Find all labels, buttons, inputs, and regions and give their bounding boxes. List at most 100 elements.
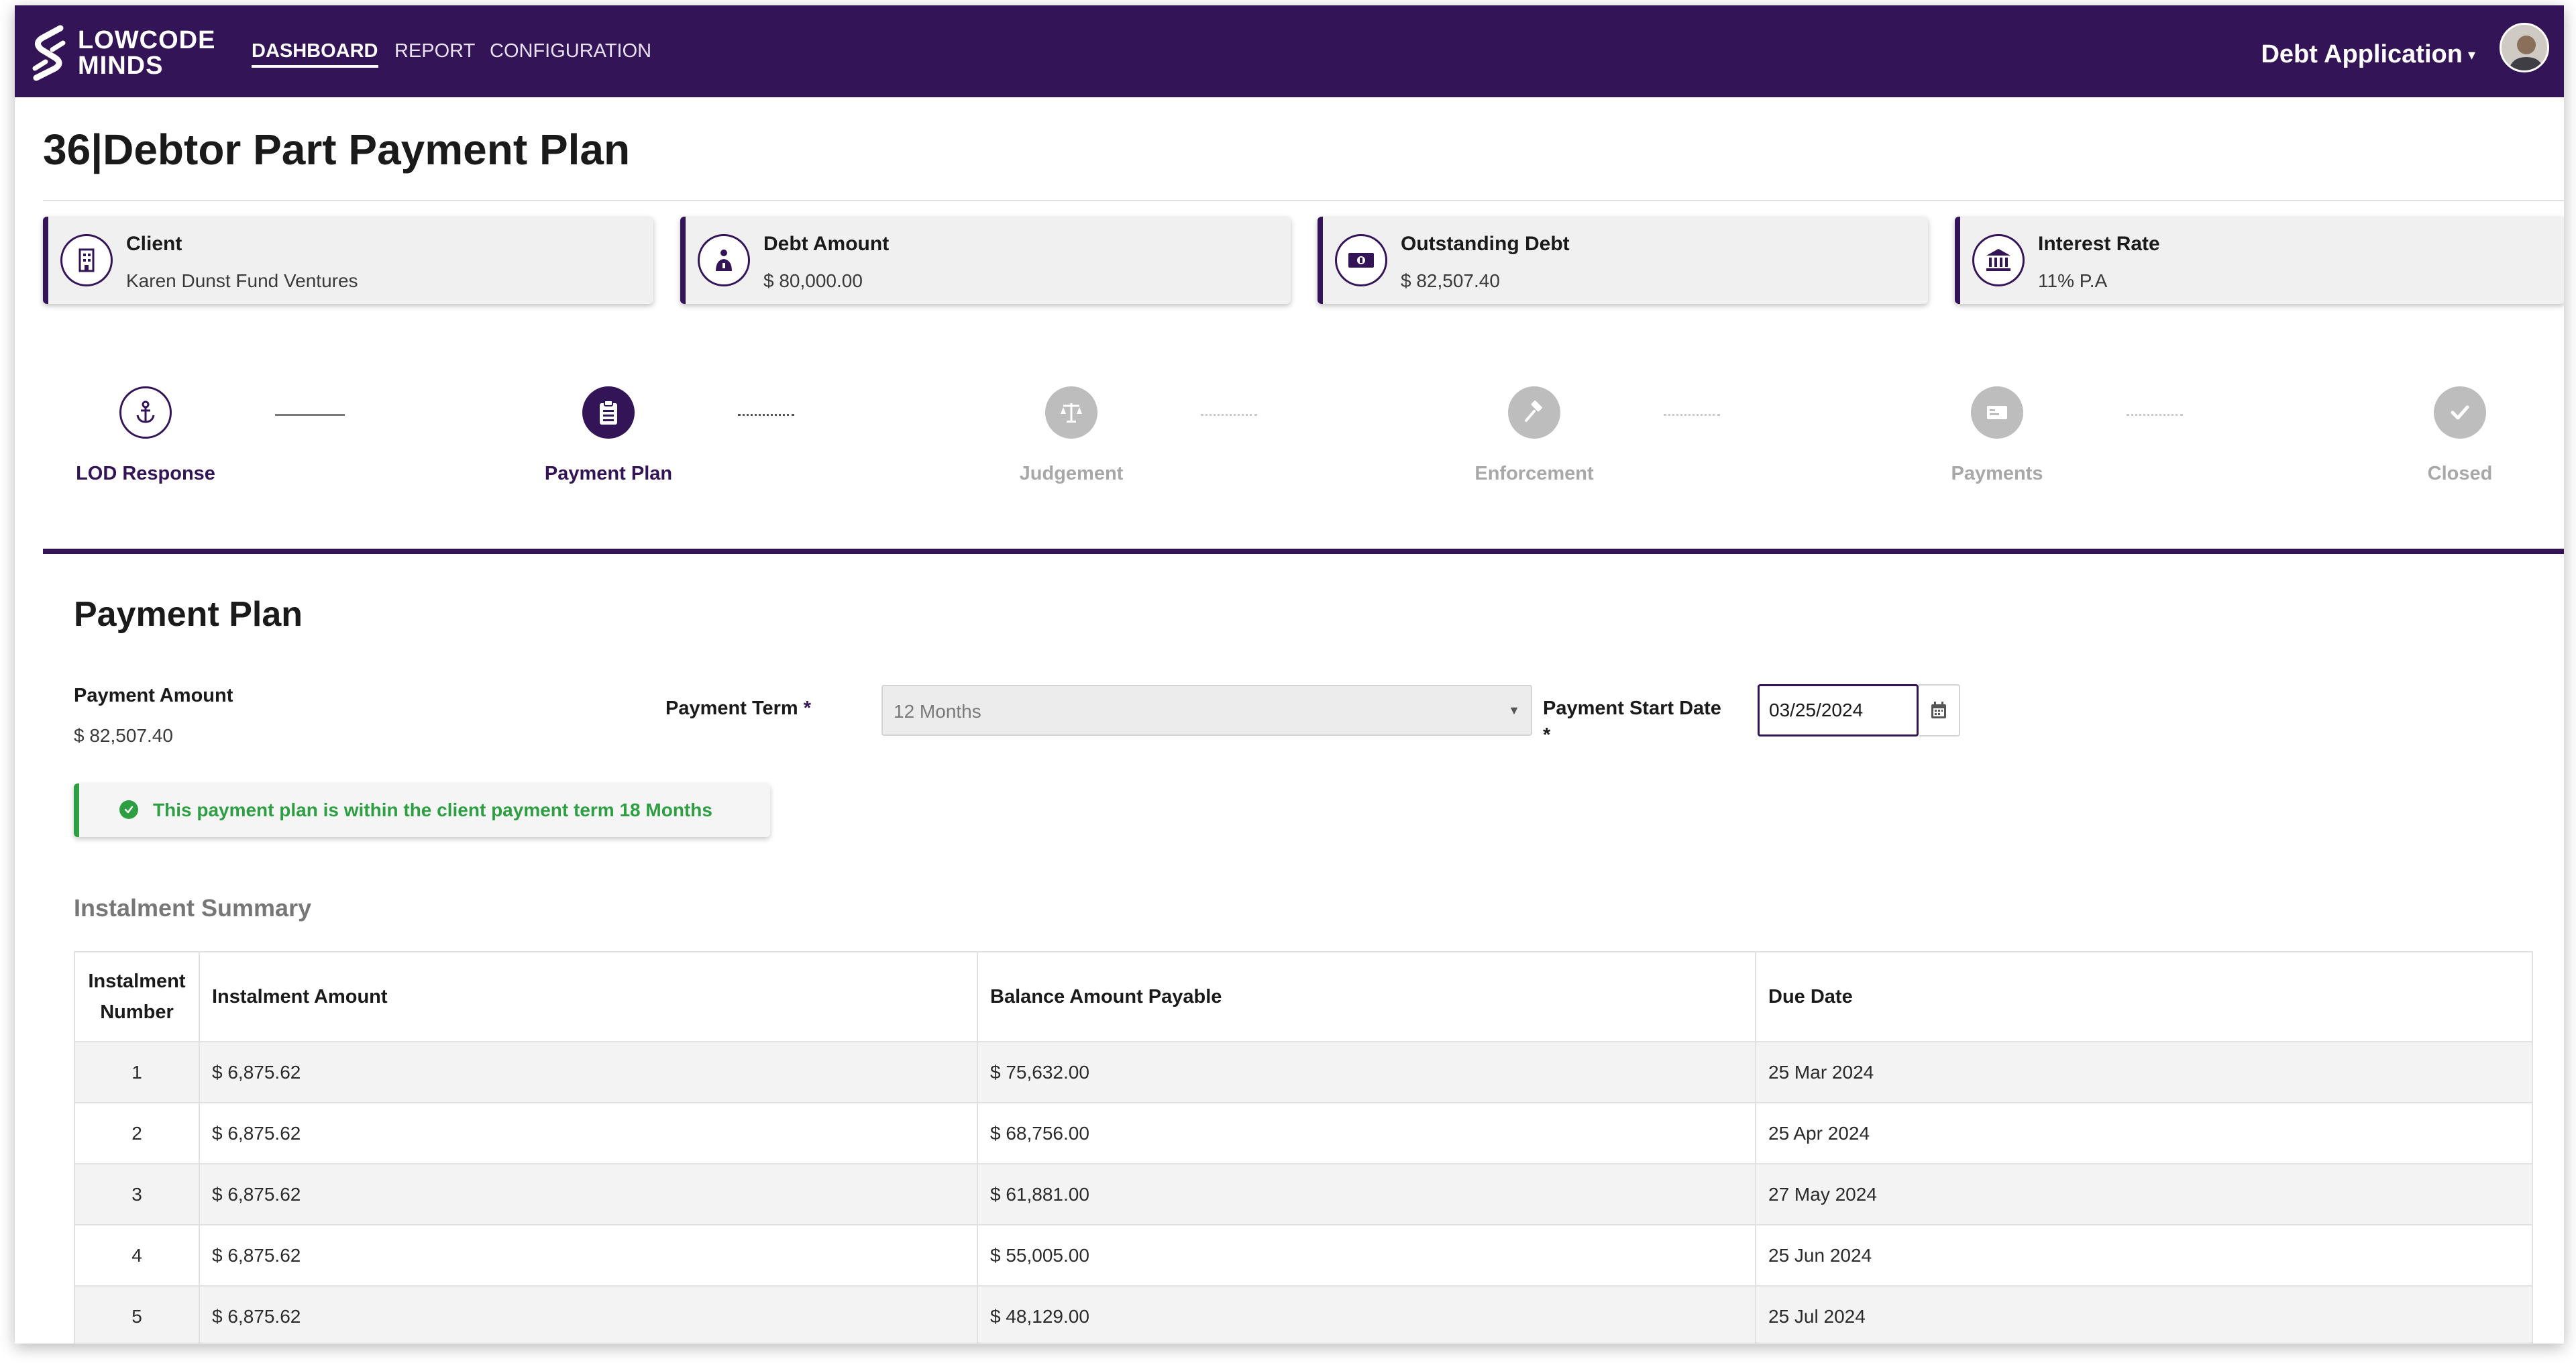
payment-amount-label: Payment Amount <box>74 685 233 706</box>
step-label: Payment Plan <box>544 463 673 484</box>
step-payment-plan[interactable]: Payment Plan <box>508 386 709 485</box>
money-bag-icon <box>698 234 750 286</box>
top-navbar: LOWCODE MINDS DASHBOARD REPORT CONFIGURA… <box>15 5 2564 97</box>
due-date: 25 Jun 2024 <box>1755 1224 2533 1287</box>
bank-icon <box>1972 234 2025 286</box>
nav-configuration[interactable]: CONFIGURATION <box>490 40 651 62</box>
step-label: LOD Response <box>76 463 215 484</box>
scale-icon <box>1045 386 1097 439</box>
step-connector <box>2127 414 2183 416</box>
success-alert: This payment plan is within the client p… <box>74 783 770 837</box>
table-row: 4 $ 6,875.62 $ 55,005.00 25 Jun 2024 <box>74 1224 2533 1287</box>
section-divider <box>43 549 2564 554</box>
payment-term-select[interactable]: 12 Months ▼ <box>881 685 1532 736</box>
chevron-down-icon: ▼ <box>1508 704 1520 717</box>
table-row: 5 $ 6,875.62 $ 48,129.00 25 Jul 2024 <box>74 1285 2533 1344</box>
step-label: Payments <box>1951 463 2043 484</box>
user-avatar-icon <box>2502 25 2547 70</box>
instalment-number: 4 <box>74 1224 200 1287</box>
table-header-row: Instalment Number Instalment Amount Bala… <box>74 951 2533 1042</box>
step-connector <box>1201 414 1257 416</box>
instalment-summary-title: Instalment Summary <box>74 894 312 922</box>
column-header: Instalment Amount <box>199 951 978 1042</box>
due-date: 25 Apr 2024 <box>1755 1102 2533 1164</box>
card-label: Debt Amount <box>763 233 890 255</box>
app-window: LOWCODE MINDS DASHBOARD REPORT CONFIGURA… <box>15 5 2564 1344</box>
calendar-button[interactable] <box>1919 684 1960 736</box>
card-value: Karen Dunst Fund Ventures <box>126 270 358 291</box>
balance-amount: $ 61,881.00 <box>977 1163 1756 1225</box>
instalment-number: 3 <box>74 1163 200 1225</box>
card-label: Client <box>126 233 182 255</box>
interest-rate-card: Interest Rate 11% P.A <box>1955 217 2564 304</box>
nav-report[interactable]: REPORT <box>394 40 475 62</box>
building-icon <box>60 234 113 286</box>
balance-amount: $ 48,129.00 <box>977 1285 1756 1344</box>
balance-amount: $ 68,756.00 <box>977 1102 1756 1164</box>
calendar-icon <box>1931 702 1946 718</box>
payment-start-date-label: Payment Start Date <box>1543 698 1721 719</box>
instalment-amount: $ 6,875.62 <box>199 1041 978 1103</box>
instalment-amount: $ 6,875.62 <box>199 1224 978 1287</box>
step-connector <box>275 414 345 416</box>
app-menu-dropdown[interactable]: Debt Application ▾ <box>2261 40 2475 69</box>
payment-start-date-input[interactable] <box>1758 684 1919 736</box>
caret-down-icon: ▾ <box>2467 46 2475 63</box>
gavel-icon <box>1508 386 1560 439</box>
step-enforcement[interactable]: Enforcement <box>1434 386 1635 485</box>
balance-amount: $ 55,005.00 <box>977 1224 1756 1287</box>
step-label: Closed <box>2427 463 2493 484</box>
logo-text-line1: LOWCODE <box>78 26 216 54</box>
alert-message: This payment plan is within the client p… <box>153 800 712 820</box>
app-menu-label: Debt Application <box>2261 40 2463 68</box>
required-marker: * <box>1543 724 1551 746</box>
outstanding-debt-card: Outstanding Debt $ 82,507.40 <box>1318 217 1928 304</box>
page-title: 36|Debtor Part Payment Plan <box>43 125 631 174</box>
column-header: Instalment Number <box>74 951 200 1042</box>
clipboard-icon <box>582 386 635 439</box>
column-header: Due Date <box>1755 951 2533 1042</box>
instalment-number: 2 <box>74 1102 200 1164</box>
card-value: $ 82,507.40 <box>1401 270 1500 291</box>
payment-amount-value: $ 82,507.40 <box>74 725 173 746</box>
table-row: 2 $ 6,875.62 $ 68,756.00 25 Apr 2024 <box>74 1102 2533 1164</box>
instalment-amount: $ 6,875.62 <box>199 1163 978 1225</box>
payment-card-icon <box>1971 386 2023 439</box>
due-date: 25 Mar 2024 <box>1755 1041 2533 1103</box>
step-label: Enforcement <box>1474 463 1594 484</box>
step-connector <box>1664 414 1720 416</box>
logo-mark-icon <box>32 25 66 81</box>
table-row: 3 $ 6,875.62 $ 61,881.00 27 May 2024 <box>74 1163 2533 1225</box>
instalment-number: 5 <box>74 1285 200 1344</box>
avatar[interactable] <box>2500 23 2549 72</box>
step-lod-response[interactable]: LOD Response <box>45 386 246 485</box>
card-label: Interest Rate <box>2038 233 2160 255</box>
step-closed[interactable]: Closed <box>2359 386 2561 485</box>
anchor-icon <box>119 386 172 439</box>
step-payments[interactable]: Payments <box>1896 386 2098 485</box>
logo-text-line2: MINDS <box>78 52 164 80</box>
payment-term-label: Payment Term <box>665 698 798 719</box>
card-value: 11% P.A <box>2038 270 2108 291</box>
client-card: Client Karen Dunst Fund Ventures <box>43 217 653 304</box>
nav-dashboard[interactable]: DASHBOARD <box>252 40 378 68</box>
due-date: 25 Jul 2024 <box>1755 1285 2533 1344</box>
step-judgement[interactable]: Judgement <box>971 386 1172 485</box>
step-connector <box>738 414 794 416</box>
divider <box>43 200 2564 201</box>
instalment-amount: $ 6,875.62 <box>199 1285 978 1344</box>
instalment-number: 1 <box>74 1041 200 1103</box>
instalment-table: Instalment Number Instalment Amount Bala… <box>74 951 2533 1344</box>
table-row: 1 $ 6,875.62 $ 75,632.00 25 Mar 2024 <box>74 1041 2533 1103</box>
cash-icon <box>1335 234 1387 286</box>
logo[interactable]: LOWCODE MINDS <box>28 23 215 83</box>
column-header: Balance Amount Payable <box>977 951 1756 1042</box>
card-value: $ 80,000.00 <box>763 270 863 291</box>
check-icon <box>2434 386 2486 439</box>
step-label: Judgement <box>1019 463 1124 484</box>
balance-amount: $ 75,632.00 <box>977 1041 1756 1103</box>
instalment-amount: $ 6,875.62 <box>199 1102 978 1164</box>
due-date: 27 May 2024 <box>1755 1163 2533 1225</box>
check-circle-icon <box>119 800 138 819</box>
section-title: Payment Plan <box>74 595 303 634</box>
